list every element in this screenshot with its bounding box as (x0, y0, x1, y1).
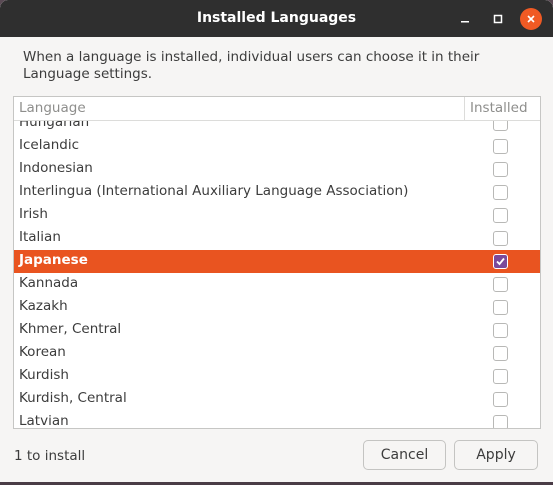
language-row[interactable]: Kurdish, Central (14, 388, 540, 411)
language-label: Icelandic (19, 137, 80, 153)
language-label: Kurdish (19, 367, 69, 383)
language-row[interactable]: Icelandic (14, 135, 540, 158)
installed-languages-window: Installed Languages When a language is i… (0, 0, 553, 485)
language-row[interactable]: Japanese (14, 250, 540, 273)
installed-checkbox[interactable] (493, 323, 508, 338)
installed-checkbox[interactable] (493, 121, 508, 131)
language-label: Japanese (19, 252, 88, 268)
installed-checkbox[interactable] (493, 415, 508, 428)
language-row[interactable]: Kurdish (14, 365, 540, 388)
installed-checkbox[interactable] (493, 277, 508, 292)
installed-checkbox[interactable] (493, 369, 508, 384)
language-rows: Hungarian Icelandic Indonesian Interlingua … (14, 121, 540, 428)
maximize-icon (493, 14, 503, 24)
language-label: Indonesian (19, 160, 93, 176)
installed-checkbox[interactable] (493, 346, 508, 361)
title-bar[interactable]: Installed Languages (0, 0, 553, 37)
column-separator (464, 97, 465, 120)
close-button[interactable] (520, 8, 542, 30)
language-label: Interlingua (International Auxiliary Lan… (19, 183, 409, 199)
language-label: Latvian (19, 413, 69, 428)
language-label: Kurdish, Central (19, 390, 127, 406)
language-label: Hungarian (19, 121, 90, 130)
language-label: Irish (19, 206, 48, 222)
installed-checkbox[interactable] (493, 392, 508, 407)
language-label: Kazakh (19, 298, 68, 314)
language-label: Italian (19, 229, 61, 245)
close-icon (527, 15, 535, 23)
installed-checkbox[interactable] (493, 139, 508, 154)
installed-checkbox[interactable] (493, 162, 508, 177)
language-row[interactable]: Interlingua (International Auxiliary Lan… (14, 181, 540, 204)
language-row[interactable]: Korean (14, 342, 540, 365)
language-row[interactable]: Kannada (14, 273, 540, 296)
installed-checkbox[interactable] (493, 208, 508, 223)
column-header-language[interactable]: Language (19, 100, 86, 116)
language-row[interactable]: Indonesian (14, 158, 540, 181)
checkmark-icon (496, 257, 505, 266)
language-row[interactable]: Hungarian (14, 121, 540, 135)
description-text: When a language is installed, individual… (23, 49, 480, 82)
installed-checkbox[interactable] (493, 231, 508, 246)
column-header-installed[interactable]: Installed (470, 100, 528, 116)
language-row[interactable]: Latvian (14, 411, 540, 428)
installed-checkbox[interactable] (493, 185, 508, 200)
install-status: 1 to install (14, 448, 86, 464)
language-row[interactable]: Irish (14, 204, 540, 227)
language-row[interactable]: Italian (14, 227, 540, 250)
minimize-button[interactable] (454, 8, 476, 30)
language-label: Korean (19, 344, 66, 360)
language-list[interactable]: Language Installed Hungarian Icelandic Ind… (13, 96, 541, 429)
cancel-button[interactable]: Cancel (363, 440, 446, 470)
language-row[interactable]: Kazakh (14, 296, 540, 319)
maximize-button[interactable] (487, 8, 509, 30)
apply-button[interactable]: Apply (454, 440, 538, 470)
installed-checkbox[interactable] (493, 254, 508, 269)
language-label: Khmer, Central (19, 321, 122, 337)
installed-checkbox[interactable] (493, 300, 508, 315)
minimize-icon (461, 21, 469, 23)
language-label: Kannada (19, 275, 79, 291)
language-row[interactable]: Khmer, Central (14, 319, 540, 342)
list-header: Language Installed (14, 97, 540, 121)
